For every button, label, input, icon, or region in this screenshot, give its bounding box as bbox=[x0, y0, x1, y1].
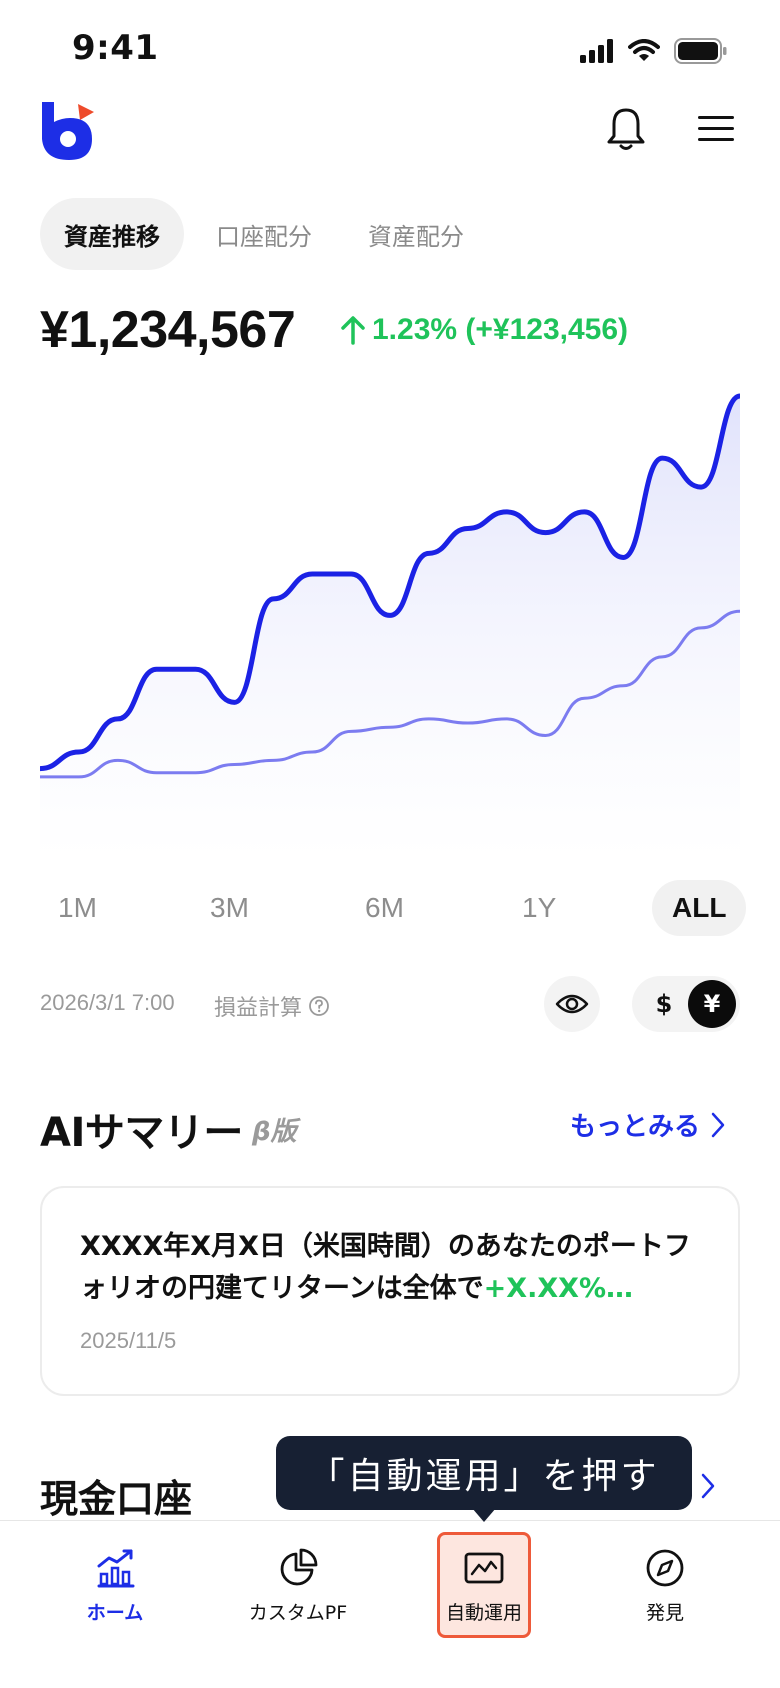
tab-asset-allocation[interactable]: 資産配分 bbox=[344, 198, 488, 270]
cash-chevron-right-icon[interactable] bbox=[700, 1472, 716, 1500]
instruction-tooltip: 「自動運用」を押す bbox=[276, 1436, 692, 1510]
pie-chart-icon bbox=[280, 1548, 318, 1586]
arrow-up-icon bbox=[341, 316, 365, 345]
app-logo-icon bbox=[42, 102, 94, 160]
tooltip-arrow bbox=[472, 1508, 496, 1522]
currency-usd-option[interactable]: $ bbox=[640, 980, 688, 1028]
ai-summary-text: XXXX年X月X日（米国時間）のあなたのポートフォリオの円建てリターンは全体で+… bbox=[80, 1226, 700, 1310]
visibility-toggle[interactable] bbox=[544, 976, 600, 1032]
nav-auto-invest[interactable]: 自動運用 bbox=[409, 1536, 559, 1646]
total-balance: ¥1,234,567 bbox=[40, 301, 296, 359]
range-1m[interactable]: 1M bbox=[38, 880, 117, 936]
bell-icon[interactable] bbox=[606, 106, 646, 152]
status-icons bbox=[580, 38, 728, 64]
nav-auto-invest-label: 自動運用 bbox=[445, 1602, 522, 1624]
home-chart-icon bbox=[97, 1549, 135, 1588]
help-icon[interactable] bbox=[308, 995, 330, 1017]
pl-calc-label: 損益計算 bbox=[214, 996, 303, 1021]
range-1y[interactable]: 1Y bbox=[502, 880, 576, 936]
asset-trend-chart[interactable] bbox=[40, 390, 740, 860]
balance-change-text: 1.23% (+¥123,456) bbox=[372, 313, 629, 346]
range-3m[interactable]: 3M bbox=[190, 880, 269, 936]
nav-discover[interactable]: 発見 bbox=[590, 1536, 740, 1646]
range-6m[interactable]: 6M bbox=[345, 880, 424, 936]
tab-asset-trend[interactable]: 資産推移 bbox=[40, 198, 184, 270]
hamburger-menu-icon[interactable] bbox=[698, 114, 734, 144]
updated-timestamp: 2026/3/1 7:00 bbox=[40, 990, 175, 1015]
auto-invest-icon bbox=[464, 1552, 504, 1584]
balance-change: 1.23% (+¥123,456) bbox=[340, 313, 628, 347]
eye-icon bbox=[555, 994, 589, 1014]
cash-account-title: 現金口座 bbox=[40, 1477, 193, 1521]
nav-discover-label: 発見 bbox=[645, 1602, 684, 1624]
battery-icon bbox=[674, 38, 727, 64]
tab-account-allocation[interactable]: 口座配分 bbox=[192, 198, 336, 270]
nav-custom-pf[interactable]: カスタムPF bbox=[223, 1536, 373, 1646]
nav-custom-pf-label: カスタムPF bbox=[248, 1602, 348, 1624]
ai-summary-return: +X.XX%… bbox=[483, 1273, 634, 1304]
signal-icon bbox=[580, 39, 613, 63]
ai-summary-more-link[interactable]: もっとみる bbox=[570, 1106, 726, 1143]
range-all[interactable]: ALL bbox=[652, 880, 747, 936]
more-label: もっとみる bbox=[570, 1112, 701, 1142]
pl-calc-link[interactable]: 損益計算 bbox=[214, 990, 330, 1022]
status-time: 9:41 bbox=[72, 28, 159, 68]
wifi-icon bbox=[628, 39, 660, 61]
currency-jpy-option[interactable]: ¥ bbox=[688, 980, 736, 1028]
nav-home-label: ホーム bbox=[86, 1602, 144, 1624]
compass-icon bbox=[646, 1549, 684, 1587]
beta-badge: β版 bbox=[252, 1117, 297, 1147]
ai-summary-date: 2025/11/5 bbox=[80, 1328, 177, 1353]
ai-summary-title: AIサマリー bbox=[40, 1110, 243, 1156]
chevron-right-icon bbox=[711, 1112, 725, 1137]
nav-home[interactable]: ホーム bbox=[40, 1536, 190, 1646]
primary-series-area bbox=[40, 396, 740, 860]
